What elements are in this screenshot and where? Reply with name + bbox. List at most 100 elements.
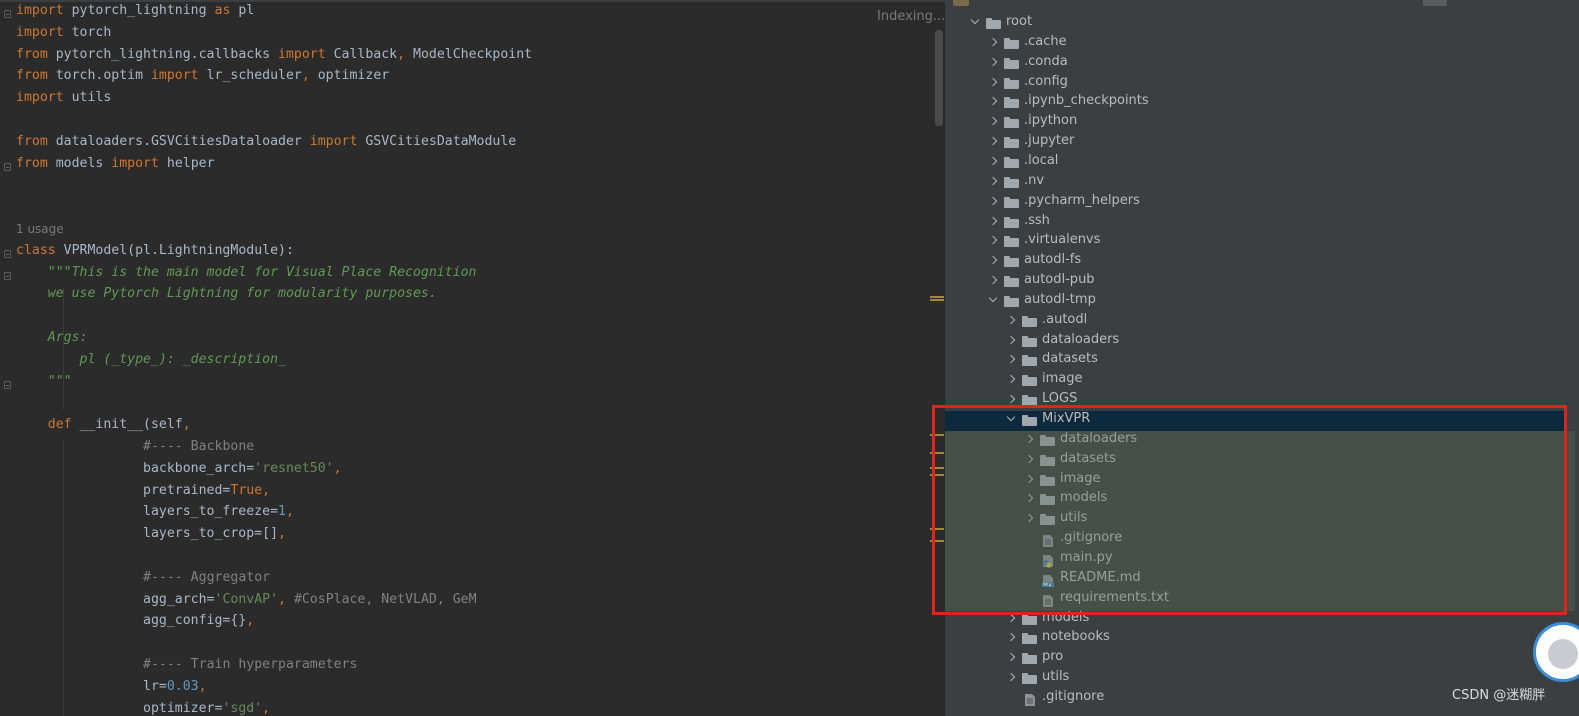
- tree-item-ipynb-checkpoints[interactable]: .ipynb_checkpoints: [945, 93, 1567, 113]
- project-tree-panel[interactable]: root .cache .conda .config .ipynb_checkpoint…: [945, 0, 1579, 716]
- code-line[interactable]: from models import helper: [16, 156, 215, 178]
- code-line[interactable]: lr=0.03,: [16, 679, 207, 701]
- chevron-right-icon[interactable]: [988, 176, 998, 186]
- tree-item-mixvpr[interactable]: MixVPR: [945, 411, 1567, 431]
- chevron-right-icon[interactable]: [1006, 375, 1016, 384]
- chevron-right-icon[interactable]: [988, 255, 998, 265]
- code-line[interactable]: layers_to_crop=[],: [16, 526, 286, 548]
- code-line[interactable]: backbone_arch='resnet50',: [16, 461, 342, 483]
- tree-item-models[interactable]: models: [945, 490, 1567, 510]
- chevron-right-icon[interactable]: [1006, 613, 1016, 622]
- marker-stripe[interactable]: [930, 299, 944, 301]
- tree-item-local[interactable]: .local: [945, 153, 1567, 173]
- chevron-down-icon[interactable]: [988, 293, 998, 303]
- tree-item-utils[interactable]: utils: [945, 510, 1567, 530]
- tree-item-nv[interactable]: .nv: [945, 173, 1567, 193]
- tree-item-config[interactable]: .config: [945, 74, 1567, 94]
- chevron-right-icon[interactable]: [988, 97, 998, 106]
- chevron-down-icon[interactable]: [970, 15, 980, 25]
- tree-item-ipython[interactable]: .ipython: [945, 113, 1567, 133]
- code-line[interactable]: optimizer='sgd',: [16, 701, 270, 716]
- tree-item-readme-md[interactable]: README.md: [945, 570, 1567, 590]
- tree-item-conda[interactable]: .conda: [945, 54, 1567, 74]
- chevron-right-icon[interactable]: [1006, 335, 1016, 344]
- chevron-right-icon[interactable]: [988, 77, 998, 86]
- code-line[interactable]: Args:: [16, 330, 88, 352]
- usage-hint[interactable]: 1 usage: [16, 222, 64, 244]
- tree-item-requirements-txt[interactable]: requirements.txt: [945, 590, 1567, 610]
- tree-item-datasets[interactable]: datasets: [945, 351, 1567, 371]
- chevron-right-icon[interactable]: [1024, 514, 1034, 523]
- chevron-right-icon[interactable]: [1024, 494, 1034, 503]
- code-line[interactable]: import torch: [16, 25, 111, 47]
- chevron-right-icon[interactable]: [1006, 652, 1016, 662]
- tree-item-virtualenvs[interactable]: .virtualenvs: [945, 232, 1567, 252]
- marker-stripe[interactable]: [930, 434, 944, 436]
- marker-stripe[interactable]: [930, 467, 944, 469]
- chevron-right-icon[interactable]: [1006, 672, 1016, 682]
- marker-stripe[interactable]: [930, 528, 944, 530]
- fold-marker-icon[interactable]: [4, 272, 11, 280]
- code-line[interactable]: def __init__(self,: [16, 417, 191, 439]
- code-line[interactable]: pretrained=True,: [16, 483, 270, 505]
- tree-item-pycharm-helpers[interactable]: .pycharm_helpers: [945, 193, 1567, 213]
- chevron-right-icon[interactable]: [988, 117, 998, 126]
- code-line[interactable]: pl (_type_): _description_: [16, 352, 286, 374]
- marker-stripe[interactable]: [930, 296, 944, 298]
- code-line[interactable]: #---- Train hyperparameters: [16, 657, 357, 679]
- tree-item-models[interactable]: models: [945, 610, 1567, 630]
- code-line[interactable]: from torch.optim import lr_scheduler, op…: [16, 68, 389, 90]
- tree-item-autodl[interactable]: .autodl: [945, 312, 1567, 332]
- code-line[interactable]: we use Pytorch Lightning for modularity …: [16, 286, 437, 308]
- code-line[interactable]: import pytorch_lightning as pl: [16, 3, 254, 25]
- tree-item-image[interactable]: image: [945, 371, 1567, 391]
- tree-item-notebooks[interactable]: notebooks: [945, 629, 1567, 649]
- tree-item-image[interactable]: image: [945, 471, 1567, 491]
- code-line[interactable]: import utils: [16, 90, 111, 112]
- code-line[interactable]: """This is the main model for Visual Pla…: [16, 265, 477, 287]
- chevron-right-icon[interactable]: [1024, 474, 1034, 483]
- code-line[interactable]: #---- Aggregator: [16, 570, 270, 592]
- tree-item-gitignore[interactable]: .gitignore: [945, 530, 1567, 550]
- chevron-right-icon[interactable]: [988, 216, 998, 225]
- chevron-right-icon[interactable]: [988, 37, 998, 47]
- code-line[interactable]: agg_config={},: [16, 613, 254, 635]
- chevron-down-icon[interactable]: [1006, 412, 1016, 422]
- code-line[interactable]: class VPRModel(pl.LightningModule):: [16, 243, 294, 265]
- tree-item-dataloaders[interactable]: dataloaders: [945, 431, 1567, 451]
- tree-item-jupyter[interactable]: .jupyter: [945, 133, 1567, 153]
- marker-stripe[interactable]: [930, 474, 944, 476]
- chevron-right-icon[interactable]: [988, 57, 998, 66]
- marker-stripe[interactable]: [930, 452, 944, 454]
- chevron-right-icon[interactable]: [1006, 355, 1016, 364]
- chevron-right-icon[interactable]: [1006, 315, 1016, 324]
- chevron-right-icon[interactable]: [988, 275, 998, 285]
- editor-scrollbar[interactable]: [935, 30, 943, 126]
- fold-marker-icon[interactable]: [4, 163, 11, 171]
- tree-item-root[interactable]: root: [945, 14, 1567, 34]
- tree-item-autodl-tmp[interactable]: autodl-tmp: [945, 292, 1567, 312]
- chevron-right-icon[interactable]: [1006, 394, 1016, 404]
- tree-item-main-py[interactable]: main.py: [945, 550, 1567, 570]
- marker-stripe[interactable]: [930, 540, 944, 542]
- chevron-right-icon[interactable]: [1024, 434, 1034, 444]
- fold-marker-icon[interactable]: [4, 381, 11, 389]
- tree-item-logs[interactable]: LOGS: [945, 391, 1567, 411]
- code-line[interactable]: agg_arch='ConvAP', #CosPlace, NetVLAD, G…: [16, 592, 477, 614]
- chevron-right-icon[interactable]: [988, 156, 998, 166]
- chevron-right-icon[interactable]: [988, 136, 998, 146]
- chevron-right-icon[interactable]: [988, 196, 998, 205]
- fold-marker-icon[interactable]: [4, 250, 11, 258]
- tree-item-dataloaders[interactable]: dataloaders: [945, 332, 1567, 352]
- tree-item-cache[interactable]: .cache: [945, 34, 1567, 54]
- tree-item-autodl-fs[interactable]: autodl-fs: [945, 252, 1567, 272]
- code-line[interactable]: from pytorch_lightning.callbacks import …: [16, 47, 532, 69]
- fold-marker-icon[interactable]: [4, 10, 11, 18]
- code-line[interactable]: layers_to_freeze=1,: [16, 504, 294, 526]
- tree-item-pro[interactable]: pro: [945, 649, 1567, 669]
- code-line[interactable]: from dataloaders.GSVCitiesDataloader imp…: [16, 134, 516, 156]
- tree-item-ssh[interactable]: .ssh: [945, 213, 1567, 233]
- code-editor[interactable]: import pytorch_lightning as pl import tor…: [0, 0, 945, 716]
- tree-item-autodl-pub[interactable]: autodl-pub: [945, 272, 1567, 292]
- chevron-right-icon[interactable]: [1024, 454, 1034, 463]
